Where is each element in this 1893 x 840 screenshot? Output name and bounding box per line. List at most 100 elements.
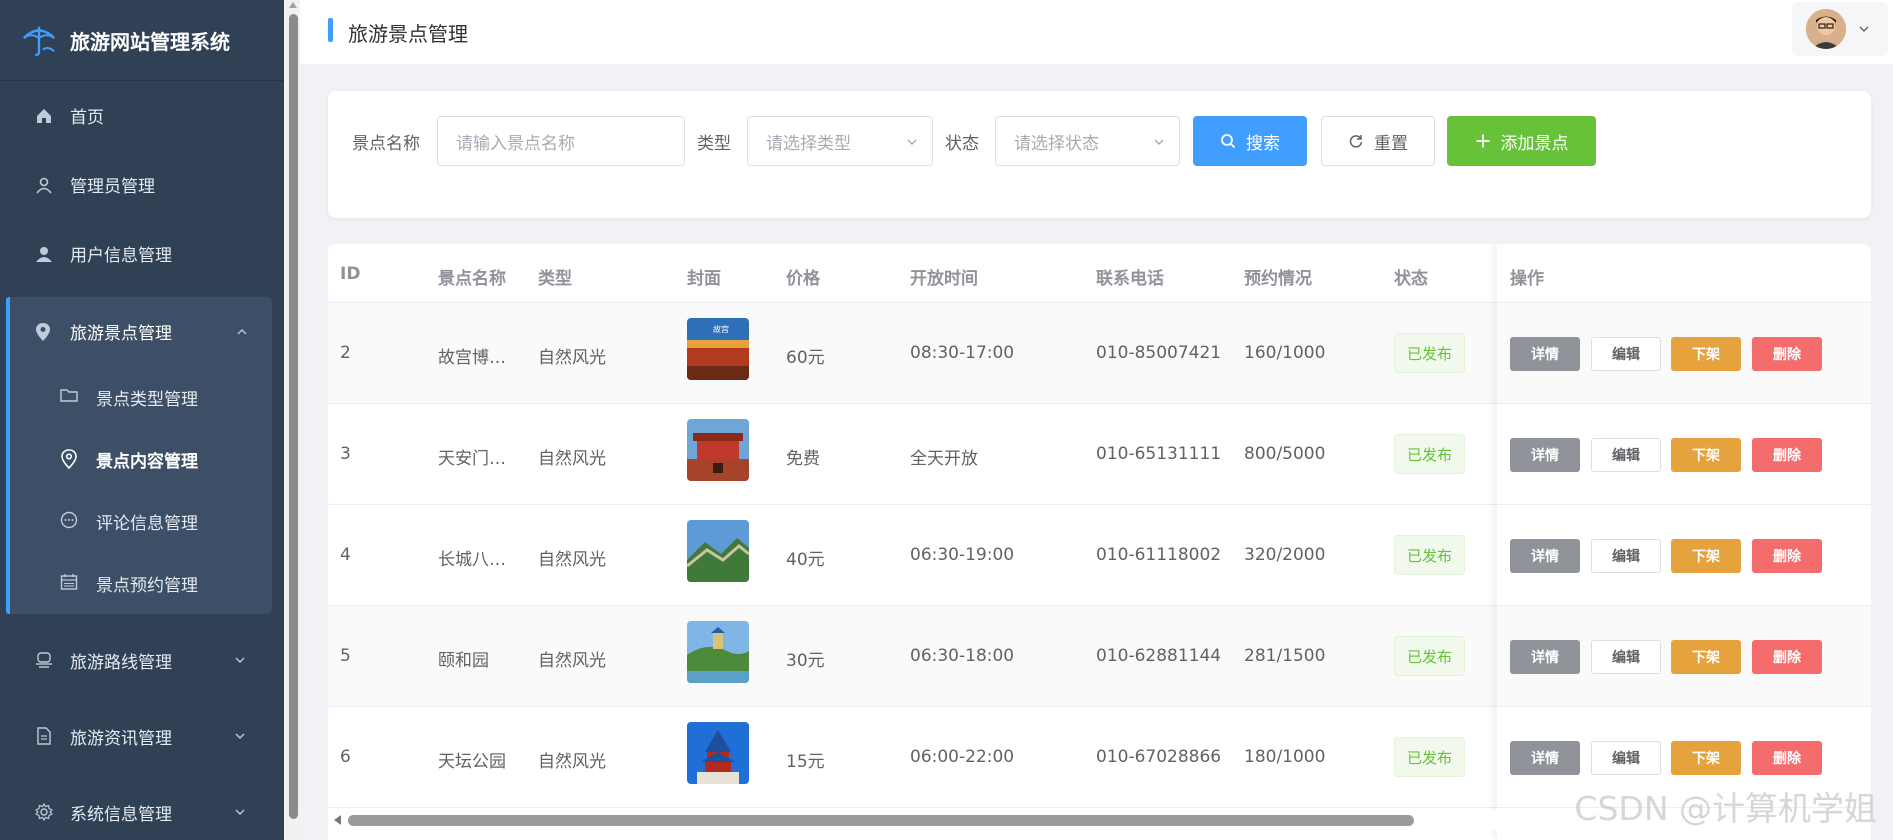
cell-price: 30元 [786, 651, 825, 671]
header: 旅游景点管理 [300, 0, 1893, 64]
user-outline-icon [34, 175, 54, 195]
cell-phone: 010-85007421 [1096, 343, 1222, 363]
delete-button[interactable]: 删除 [1752, 539, 1822, 573]
cover-image[interactable] [687, 520, 749, 582]
cell-type: 自然风光 [538, 449, 606, 469]
cell-hours: 06:30-18:00 [910, 646, 1015, 666]
cell-booking: 281/1500 [1244, 646, 1326, 666]
cell-booking: 160/1000 [1244, 343, 1326, 363]
chevron-down-icon [235, 733, 245, 739]
delete-button[interactable]: 删除 [1752, 741, 1822, 775]
sidebar-item-bookings[interactable]: 景点预约管理 [6, 552, 272, 614]
cell-hours: 06:30-19:00 [910, 545, 1015, 565]
sidebar-item-label: 旅游路线管理 [70, 652, 172, 673]
cell-name: 天安门… [438, 449, 506, 469]
unpublish-button[interactable]: 下架 [1671, 438, 1741, 472]
watermark: CSDN @计算机学姐 [1574, 789, 1877, 828]
cell-price: 60元 [786, 348, 825, 368]
cell-price: 40元 [786, 550, 825, 570]
submenu-label: 旅游景点管理 [70, 324, 172, 344]
unpublish-button[interactable]: 下架 [1671, 741, 1741, 775]
unpublish-button[interactable]: 下架 [1671, 640, 1741, 674]
edit-button[interactable]: 编辑 [1591, 640, 1661, 674]
avatar[interactable] [1806, 9, 1846, 49]
chevron-down-icon [235, 809, 245, 815]
unpublish-button[interactable]: 下架 [1671, 337, 1741, 371]
sidebar: 旅游网站管理系统 首页 管理员管理 用户信息管理 旅游景点管理 景点类型管理 景… [0, 0, 284, 840]
cell-hours: 全天开放 [910, 449, 978, 469]
chevron-down-icon[interactable] [1858, 23, 1870, 35]
location-outline-icon [60, 449, 80, 469]
cell-booking: 180/1000 [1244, 747, 1326, 767]
delete-button[interactable]: 删除 [1752, 337, 1822, 371]
scrollbar-thumb[interactable] [289, 14, 298, 819]
sidebar-item-scenic-types[interactable]: 景点类型管理 [6, 366, 272, 428]
delete-button[interactable]: 删除 [1752, 438, 1822, 472]
scroll-left-arrow-icon[interactable] [334, 815, 341, 825]
chevron-up-icon [237, 328, 247, 334]
submenu-scenic: 旅游景点管理 景点类型管理 景点内容管理 评论信息管理 景点预约管理 [6, 297, 272, 614]
sidebar-item-routes[interactable]: 旅游路线管理 [0, 622, 284, 698]
unpublish-button[interactable]: 下架 [1671, 539, 1741, 573]
sidebar-item-scenic[interactable]: 旅游景点管理 [6, 297, 272, 366]
umbrella-logo-icon [22, 26, 56, 57]
user-menu[interactable] [1792, 2, 1888, 56]
name-search-input[interactable]: 请输入景点名称 [437, 116, 685, 166]
column-header-id: ID [340, 264, 361, 284]
detail-button[interactable]: 详情 [1510, 741, 1580, 775]
detail-button[interactable]: 详情 [1510, 438, 1580, 472]
add-scenic-button[interactable]: 添加景点 [1447, 116, 1596, 166]
edit-button[interactable]: 编辑 [1591, 438, 1661, 472]
column-header-cover: 封面 [687, 269, 721, 289]
sidebar-item-scenic-content[interactable]: 景点内容管理 [6, 428, 272, 490]
type-filter-label: 类型 [697, 134, 731, 154]
status-select-placeholder: 请选择状态 [1014, 133, 1099, 154]
add-scenic-button-label: 添加景点 [1500, 133, 1569, 154]
type-select-placeholder: 请选择类型 [766, 133, 851, 154]
cell-type: 自然风光 [538, 348, 606, 368]
sidebar-item-users[interactable]: 用户信息管理 [0, 219, 284, 288]
sidebar-item-news[interactable]: 旅游资讯管理 [0, 698, 284, 774]
cell-type: 自然风光 [538, 651, 606, 671]
column-header-phone: 联系电话 [1096, 269, 1164, 289]
sidebar-item-label: 用户信息管理 [70, 246, 172, 266]
gear-icon [34, 802, 54, 822]
column-header-booking: 预约情况 [1244, 269, 1312, 289]
detail-button[interactable]: 详情 [1510, 539, 1580, 573]
sidebar-item-admin[interactable]: 管理员管理 [0, 150, 284, 219]
edit-button[interactable]: 编辑 [1591, 741, 1661, 775]
sidebar-item-system[interactable]: 系统信息管理 [0, 774, 284, 840]
type-select[interactable]: 请选择类型 [747, 116, 933, 166]
sub-item-label: 评论信息管理 [96, 513, 198, 534]
status-filter-label: 状态 [945, 134, 979, 154]
reset-button[interactable]: 重置 [1321, 116, 1435, 166]
cell-phone: 010-61118002 [1096, 545, 1222, 565]
sidebar-item-label: 系统信息管理 [70, 804, 172, 825]
column-header-type: 类型 [538, 269, 572, 289]
scroll-up-arrow-icon[interactable] [289, 2, 297, 8]
scrollbar-thumb[interactable] [348, 815, 1414, 826]
sidebar-item-home[interactable]: 首页 [0, 81, 284, 150]
actions-row: 详情 编辑 下架 删除 [1497, 606, 1871, 707]
edit-button[interactable]: 编辑 [1591, 539, 1661, 573]
edit-button[interactable]: 编辑 [1591, 337, 1661, 371]
actions-row: 详情 编辑 下架 删除 [1497, 404, 1871, 505]
calendar-icon [60, 573, 80, 593]
cover-image[interactable] [687, 722, 749, 784]
cover-image[interactable]: 故宫 [687, 318, 749, 380]
search-button[interactable]: 搜索 [1193, 116, 1307, 166]
sidebar-scrollbar[interactable] [286, 0, 300, 840]
cell-phone: 010-67028866 [1096, 747, 1222, 767]
sidebar-item-comments[interactable]: 评论信息管理 [6, 490, 272, 552]
status-badge: 已发布 [1394, 333, 1465, 373]
status-select[interactable]: 请选择状态 [995, 116, 1180, 166]
cover-image[interactable] [687, 419, 749, 481]
detail-button[interactable]: 详情 [1510, 640, 1580, 674]
cover-image[interactable] [687, 621, 749, 683]
actions-row: 详情 编辑 下架 删除 [1497, 303, 1871, 404]
delete-button[interactable]: 删除 [1752, 640, 1822, 674]
cell-name: 长城八… [438, 550, 506, 570]
detail-button[interactable]: 详情 [1510, 337, 1580, 371]
sidebar-item-label: 旅游资讯管理 [70, 728, 172, 749]
sub-item-label: 景点内容管理 [96, 451, 198, 472]
